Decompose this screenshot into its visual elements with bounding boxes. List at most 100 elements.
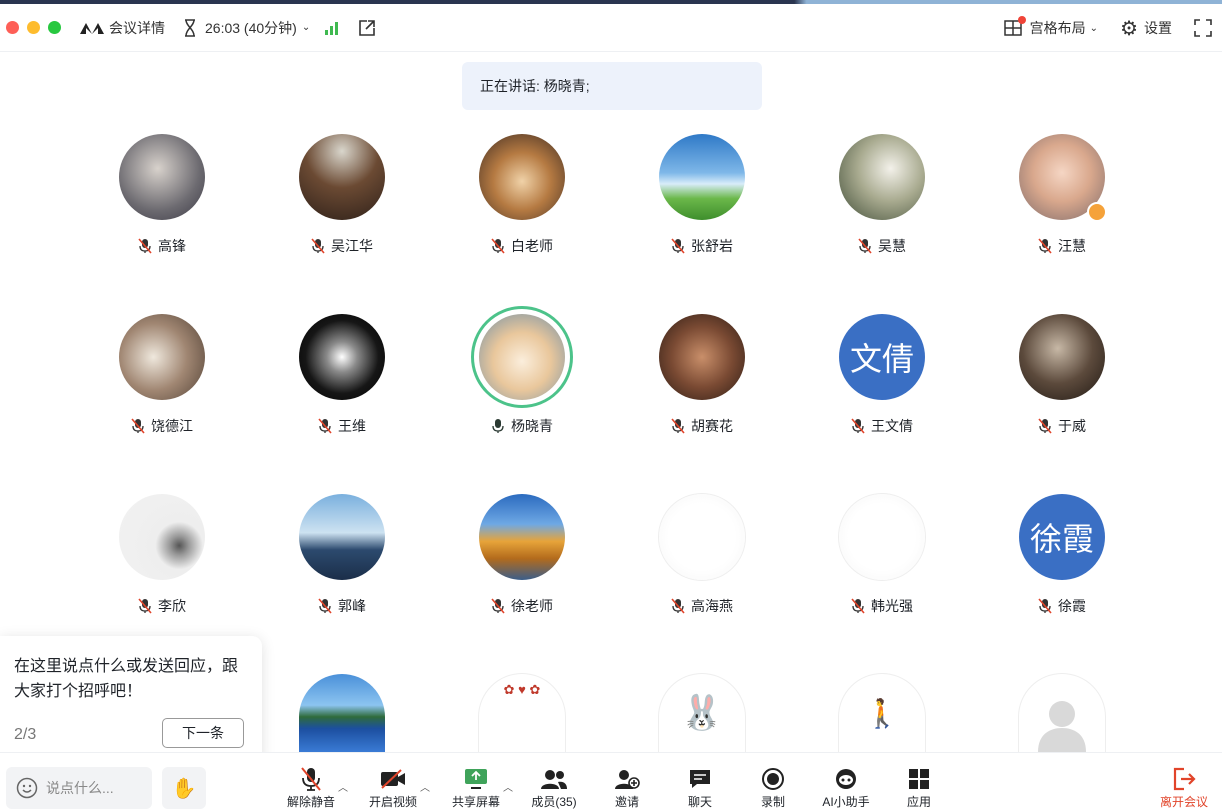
apps-label: 应用 [906, 795, 931, 809]
participant-tile[interactable]: 张舒岩 [612, 134, 792, 256]
avatar[interactable]: 文倩 [839, 314, 925, 400]
avatar[interactable] [839, 134, 925, 220]
avatar[interactable] [659, 134, 745, 220]
partial-avatar[interactable]: ✿ ♥ ✿ [479, 674, 565, 752]
participant-tile[interactable]: 白老师 [432, 134, 612, 256]
chevron-up-icon[interactable]: ︿ [420, 779, 430, 794]
participant-tile[interactable]: 饶德江 [72, 314, 252, 436]
partial-avatar[interactable]: 🐰 [659, 674, 745, 752]
avatar[interactable] [659, 314, 745, 400]
apps-button[interactable]: 应用 [884, 765, 954, 810]
record-button[interactable]: 录制 [738, 765, 808, 810]
avatar[interactable] [1019, 134, 1107, 222]
settings-button[interactable]: ⚙ 设置 [1120, 16, 1172, 41]
avatar[interactable] [839, 494, 925, 580]
mic-muted-icon [131, 418, 145, 434]
tip-next-button[interactable]: 下一条 [162, 718, 244, 748]
members-icon [541, 770, 567, 789]
chevron-up-icon[interactable]: ︿ [338, 779, 348, 794]
partial-avatar[interactable]: 🚶 [839, 674, 925, 752]
chevron-up-icon[interactable]: ︿ [503, 779, 513, 794]
share-screen-button[interactable]: 共享屏幕 ︿ [441, 765, 513, 810]
participant-tile[interactable]: 吴江华 [252, 134, 432, 256]
layout-button[interactable]: 宫格布局 ⌄ [1003, 15, 1098, 39]
zoom-window-button[interactable] [48, 21, 61, 34]
participant-tile[interactable]: 文倩王文倩 [792, 314, 972, 436]
ai-assistant-button[interactable]: AI小助手 [811, 765, 881, 810]
participant-tile[interactable]: 杨晓青 [432, 306, 612, 436]
meeting-details-label: 会议详情 [109, 19, 165, 36]
fullscreen-button[interactable] [1194, 19, 1212, 37]
chat-placeholder: 说点什么... [46, 780, 114, 796]
participant-name: 徐老师 [511, 598, 553, 614]
settings-label: 设置 [1144, 20, 1172, 36]
leave-meeting-button[interactable]: 离开会议 [1149, 765, 1219, 810]
mic-muted-icon [138, 598, 152, 614]
participant-name-row: 高锋 [72, 236, 252, 256]
mic-muted-icon [671, 598, 685, 614]
network-signal-icon[interactable] [324, 21, 340, 35]
avatar[interactable] [119, 134, 205, 220]
chat-icon [690, 770, 710, 788]
exit-icon [1173, 767, 1196, 791]
chat-button[interactable]: 聊天 [665, 765, 735, 810]
avatar[interactable] [119, 314, 205, 400]
namaste-sticker-icon: ✿ ♥ ✿ [503, 682, 541, 697]
members-button[interactable]: 成员(35) [519, 765, 589, 810]
participant-tile[interactable]: 韩光强 [792, 494, 972, 616]
meeting-timer[interactable]: 26:03 (40分钟) ⌄ [183, 18, 310, 38]
popout-icon[interactable] [358, 19, 376, 37]
meeting-details-button[interactable]: 会议详情 [79, 18, 165, 38]
mic-muted-icon [318, 418, 332, 434]
avatar[interactable] [471, 306, 573, 408]
participant-name-row: 王文倩 [792, 416, 972, 436]
participant-name: 于威 [1058, 418, 1086, 434]
participant-name: 饶德江 [151, 418, 193, 434]
participant-name-row: 韩光强 [792, 596, 972, 616]
participant-tile[interactable]: 于威 [972, 314, 1152, 436]
unmute-button[interactable]: 解除静音 ︿ [276, 765, 348, 810]
apps-icon [909, 769, 929, 789]
participant-name: 吴慧 [878, 238, 906, 254]
record-label: 录制 [760, 795, 785, 809]
participant-tile[interactable]: 高海燕 [612, 494, 792, 616]
avatar[interactable] [299, 134, 385, 220]
partial-avatar[interactable] [1019, 674, 1105, 752]
participant-name: 高海燕 [691, 598, 733, 614]
participant-tile[interactable]: 吴慧 [792, 134, 972, 256]
mic-muted-icon [1038, 238, 1052, 254]
participant-tile[interactable]: 郭峰 [252, 494, 432, 616]
avatar[interactable] [479, 494, 565, 580]
hiker-icon: 🚶 [864, 697, 900, 729]
participant-name-row: 吴慧 [792, 236, 972, 256]
participant-tile[interactable]: 胡赛花 [612, 314, 792, 436]
title-bar: 会议详情 26:03 (40分钟) ⌄ 宫格布局 ⌄ ⚙ 设置 [0, 4, 1222, 52]
invite-button[interactable]: 邀请 [592, 765, 662, 810]
avatar[interactable] [299, 494, 385, 580]
avatar[interactable]: 徐霞 [1019, 494, 1105, 580]
avatar[interactable] [659, 494, 745, 580]
participant-name: 徐霞 [1058, 598, 1086, 614]
mic-muted-icon [851, 418, 865, 434]
unmute-label: 解除静音 [286, 795, 335, 809]
participant-name: 杨晓青 [511, 418, 553, 434]
participant-name: 王文倩 [871, 418, 913, 434]
participant-tile[interactable]: 徐霞 徐霞 [972, 494, 1152, 616]
participant-tile[interactable]: 王维 [252, 314, 432, 436]
participant-tile[interactable]: 李欣 [72, 494, 252, 616]
participant-tile[interactable]: 汪慧 [972, 134, 1152, 256]
partial-avatar[interactable] [299, 674, 385, 752]
close-window-button[interactable] [6, 21, 19, 34]
minimize-window-button[interactable] [27, 21, 40, 34]
avatar[interactable] [119, 494, 205, 580]
participant-tile[interactable]: 高锋 [72, 134, 252, 256]
mic-muted-icon [1038, 598, 1052, 614]
invite-label: 邀请 [614, 795, 639, 809]
avatar[interactable] [479, 134, 565, 220]
participant-tile[interactable]: 徐老师 [432, 494, 612, 616]
raise-hand-button[interactable]: ✋ [162, 767, 206, 809]
start-video-button[interactable]: 开启视频 ︿ [358, 765, 430, 810]
avatar[interactable] [1019, 314, 1105, 400]
avatar[interactable] [299, 314, 385, 400]
chat-input[interactable]: 说点什么... [6, 767, 152, 809]
